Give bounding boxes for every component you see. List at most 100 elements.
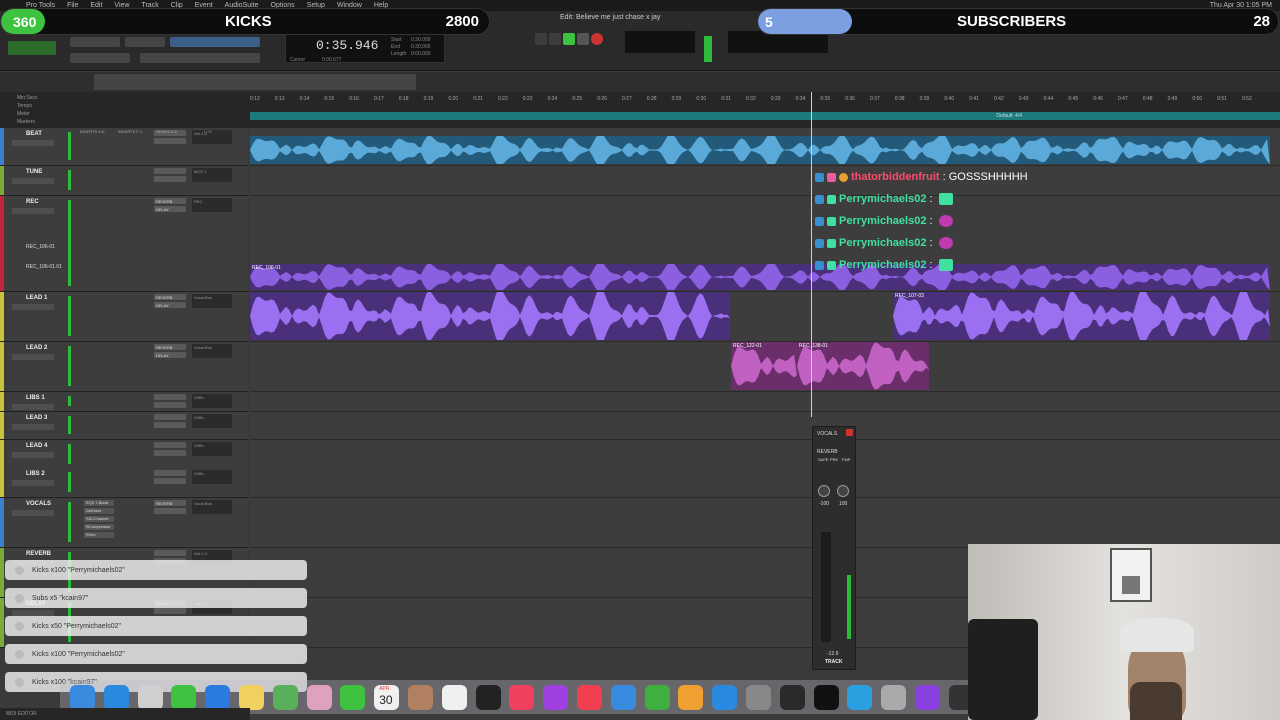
numbers-icon[interactable] [644,685,670,710]
record-button[interactable] [591,33,603,45]
track-record-solo-mute-buttons[interactable] [12,140,54,146]
track-playlist-vocals[interactable] [250,498,1280,548]
send-slot-b[interactable]: DELAY [154,206,186,212]
play-button[interactable] [563,33,575,45]
track-record-solo-mute-buttons[interactable] [12,510,54,516]
track-name[interactable]: LIBS 2 [26,471,45,477]
track-header-lead-3[interactable]: LEAD 3 VirBu [0,412,248,440]
track-io-selector[interactable]: Vocal Bus [192,344,232,358]
playhead-cursor[interactable] [811,92,812,417]
send-slot-b[interactable] [154,478,186,484]
app-store-icon[interactable] [712,685,738,710]
send-slot-b[interactable]: DELAY [154,352,186,358]
send-slot-b[interactable] [154,508,186,514]
insert-slot[interactable]: RVox [84,532,114,538]
track-io-selector[interactable]: Vocal Bus [192,500,232,514]
track-io-selector[interactable]: MCS 1 [192,168,232,182]
keynote-icon[interactable] [610,685,636,710]
track-record-solo-mute-buttons[interactable] [12,178,54,184]
avid-icon[interactable] [915,685,940,710]
send-slot-a[interactable] [154,168,186,174]
track-record-solo-mute-buttons[interactable] [12,452,54,458]
loop-button[interactable] [577,33,589,45]
send-slot-b[interactable] [154,176,186,182]
send-slot-a[interactable]: REVERB [154,294,186,300]
photos-icon[interactable] [306,685,332,710]
grid-nudge-buttons[interactable] [70,53,130,63]
zoom-buttons[interactable] [70,37,120,47]
pre-button[interactable]: PRE [830,457,838,462]
track-header-libs-2[interactable]: LIBS 2 VirBu [0,468,248,498]
send-slot-b[interactable] [154,138,186,144]
output-window-vocals[interactable]: VOCALS REVERB SAFE PRE FMP -100 100 -12.… [812,426,856,670]
edit-tools[interactable] [170,37,260,47]
track-name[interactable]: LEAD 3 [26,415,47,421]
track-options-buttons[interactable] [140,53,260,63]
send-slot-a[interactable] [154,394,186,400]
ilok-icon[interactable] [813,685,839,710]
track-name[interactable]: BEAT [26,131,42,137]
track-playlist-libs-1[interactable] [250,392,1280,412]
insert-slot[interactable]: EQ3 7-Band [84,500,114,506]
track-button[interactable]: TRACK [825,659,843,665]
send-slot-b[interactable]: DELAY [154,302,186,308]
main-counter[interactable]: 0:35.946 Start 0:30.000 End 0:30.000 Len… [285,33,445,63]
insert-slot[interactable]: RCompressor [84,524,114,530]
fmp-button[interactable]: FMP [842,457,850,462]
edit-mode-buttons[interactable] [8,41,56,55]
send-slot-b[interactable] [154,422,186,428]
track-header-lead-4[interactable]: LEAD 4 VirBu [0,440,248,470]
track-io-selector[interactable]: VirBu [192,394,232,408]
send-slot-b[interactable] [154,402,186,408]
track-io-selector[interactable]: Out 1-2 [192,130,232,144]
audio-clip[interactable]: REC_138-01 [797,342,929,390]
track-name[interactable]: LEAD 2 [26,345,47,351]
send-slot-a[interactable]: REVERB [154,344,186,350]
midi-editor-label[interactable]: MIDI EDITOR [6,711,37,717]
track-playlist-lead-4[interactable] [250,440,1280,470]
close-icon[interactable] [846,429,853,436]
track-name[interactable]: TUNE [26,169,42,175]
facetime-icon[interactable] [340,685,366,710]
track-playlist-lead-3[interactable] [250,412,1280,440]
safari-icon[interactable] [103,685,129,710]
audio-clip[interactable]: REC_122-01 [731,342,797,390]
track-playlist-rec[interactable]: REC_106-01 [250,196,1280,292]
counter-length[interactable]: 0:00.000 [411,51,430,57]
maps-icon[interactable] [272,685,298,710]
sync-panel[interactable] [625,31,695,53]
reminders-icon[interactable] [441,685,467,710]
mail-icon[interactable] [205,685,231,710]
news-icon[interactable] [577,685,602,710]
audio-clip[interactable] [250,292,730,340]
track-playlist-libs-2[interactable] [250,468,1280,498]
disk-utility-icon[interactable] [881,685,907,710]
track-record-solo-mute-buttons[interactable] [12,480,54,486]
track-record-solo-mute-buttons[interactable] [12,304,54,310]
tv-icon[interactable] [475,685,501,710]
track-name[interactable]: LEAD 4 [26,443,47,449]
messages-icon[interactable] [171,685,197,710]
finder-icon[interactable] [70,685,95,710]
track-name[interactable]: VOCALS [26,501,51,507]
calendar-icon[interactable]: APR 30 [374,685,400,710]
track-header-lead-1[interactable]: LEAD 1 REVERB DELAY Vocal Bus [0,292,248,342]
track-playlist-lead-2[interactable]: REC_122-01 REC_138-01 [250,342,1280,392]
track-io-selector[interactable]: Vocal Bus [192,294,232,308]
track-name[interactable]: REVERB [26,551,51,557]
send-slot-a[interactable] [154,442,186,448]
logic-icon[interactable] [779,685,805,710]
meter-ruler-bar[interactable]: Default: 4/4 [250,112,1280,120]
send-slot-a[interactable] [154,414,186,420]
notes-icon[interactable] [239,685,264,710]
stop-button[interactable] [549,33,561,45]
track-io-selector[interactable]: VirBu [192,414,232,428]
track-io-selector[interactable]: REC [192,198,232,212]
podcasts-icon[interactable] [543,685,569,710]
track-name[interactable]: LIBS 1 [26,395,45,401]
track-playlist-beat[interactable] [250,128,1280,166]
audio-clip[interactable]: REC_107-03 [893,292,1270,340]
track-header-rec[interactable]: REC REVERB DELAY REC REC_106-01 REC_106-01.01 [0,196,248,292]
send-slot-a[interactable]: REVERB [154,198,186,204]
track-record-solo-mute-buttons[interactable] [12,404,54,410]
